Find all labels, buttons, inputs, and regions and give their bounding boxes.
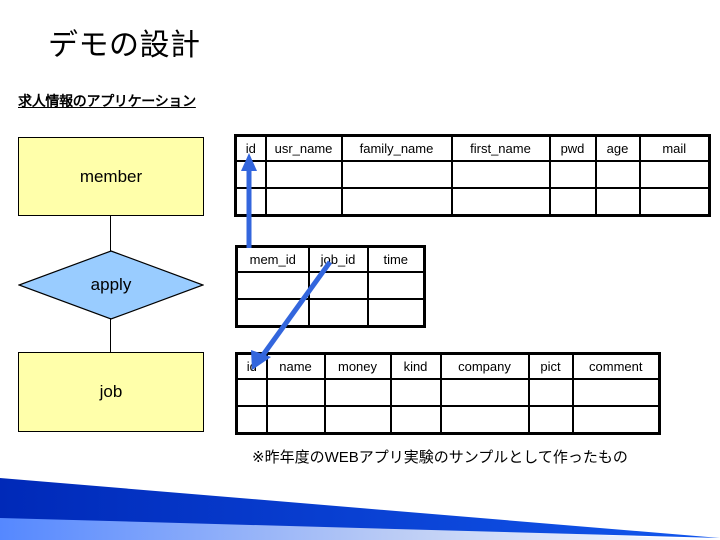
table-header-row: mem_id job_id time — [235, 245, 426, 273]
table-cell — [366, 298, 426, 328]
table-cell — [340, 187, 453, 217]
slide-caption: ※昨年度のWEBアプリ実験のサンプルとして作ったもの — [252, 449, 628, 466]
page-title: デモの設計 — [48, 29, 201, 62]
table-cell — [527, 378, 574, 407]
er-relationship-apply: apply — [18, 250, 204, 320]
table-header-row: id name money kind company pict comment — [235, 352, 661, 380]
table-cell — [571, 405, 661, 435]
table-cell — [450, 160, 551, 189]
table-row — [234, 160, 711, 189]
table-cell — [323, 405, 392, 435]
column-header: comment — [571, 352, 661, 380]
footer-wedge-graphic — [0, 478, 720, 540]
column-header: company — [439, 352, 530, 380]
column-header: first_name — [450, 134, 551, 162]
footer-decoration — [0, 476, 720, 540]
table-cell — [307, 298, 369, 328]
table-cell — [594, 187, 641, 217]
er-entity-job: job — [18, 352, 204, 432]
table-cell — [527, 405, 574, 435]
table-row — [235, 298, 426, 328]
table-cell — [638, 160, 711, 189]
table-cell — [340, 160, 453, 189]
table-cell — [389, 378, 442, 407]
connector-member-apply — [110, 216, 111, 252]
table-row — [235, 405, 661, 435]
table-cell — [439, 405, 530, 435]
column-header: pwd — [548, 134, 597, 162]
er-entity-job-label: job — [99, 382, 123, 401]
column-header: kind — [389, 352, 442, 380]
table-row — [235, 378, 661, 407]
diamond-shape-icon — [18, 250, 204, 320]
column-header: time — [366, 245, 426, 273]
table-cell — [307, 271, 369, 300]
table-cell — [638, 187, 711, 217]
column-header: mem_id — [235, 245, 310, 273]
table-cell — [264, 160, 343, 189]
er-entity-member-label: member — [79, 166, 143, 186]
table-cell — [450, 187, 551, 217]
table-cell — [323, 378, 392, 407]
table-cell — [235, 271, 310, 300]
table-cell — [235, 378, 268, 407]
column-header: id — [234, 134, 267, 162]
attribute-table-apply: mem_id job_id time — [235, 245, 426, 328]
column-header: usr_name — [264, 134, 343, 162]
er-entity-member: member — [18, 137, 204, 216]
table-cell — [235, 405, 268, 435]
table-cell — [548, 160, 597, 189]
column-header: job_id — [307, 245, 369, 273]
table-cell — [548, 187, 597, 217]
column-header: id — [235, 352, 268, 380]
table-row — [235, 271, 426, 300]
column-header: family_name — [340, 134, 453, 162]
table-cell — [235, 298, 310, 328]
slide-canvas: デモの設計 求人情報のアプリケーション member apply job id … — [0, 0, 720, 540]
table-cell — [265, 405, 326, 435]
column-header: age — [594, 134, 641, 162]
table-cell — [264, 187, 343, 217]
table-cell — [439, 378, 530, 407]
attribute-table-job: id name money kind company pict comment — [235, 352, 661, 435]
column-header: money — [323, 352, 392, 380]
table-cell — [234, 160, 267, 189]
table-cell — [571, 378, 661, 407]
connector-apply-job — [110, 318, 111, 353]
attribute-table-member: id usr_name family_name first_name pwd a… — [234, 134, 711, 217]
table-cell — [366, 271, 426, 300]
column-header: mail — [638, 134, 711, 162]
slide-subtitle: 求人情報のアプリケーション — [18, 93, 196, 109]
table-header-row: id usr_name family_name first_name pwd a… — [234, 134, 711, 162]
table-cell — [389, 405, 442, 435]
column-header: name — [265, 352, 326, 380]
table-row — [234, 187, 711, 217]
table-cell — [594, 160, 641, 189]
table-cell — [265, 378, 326, 407]
table-cell — [234, 187, 267, 217]
column-header: pict — [527, 352, 574, 380]
